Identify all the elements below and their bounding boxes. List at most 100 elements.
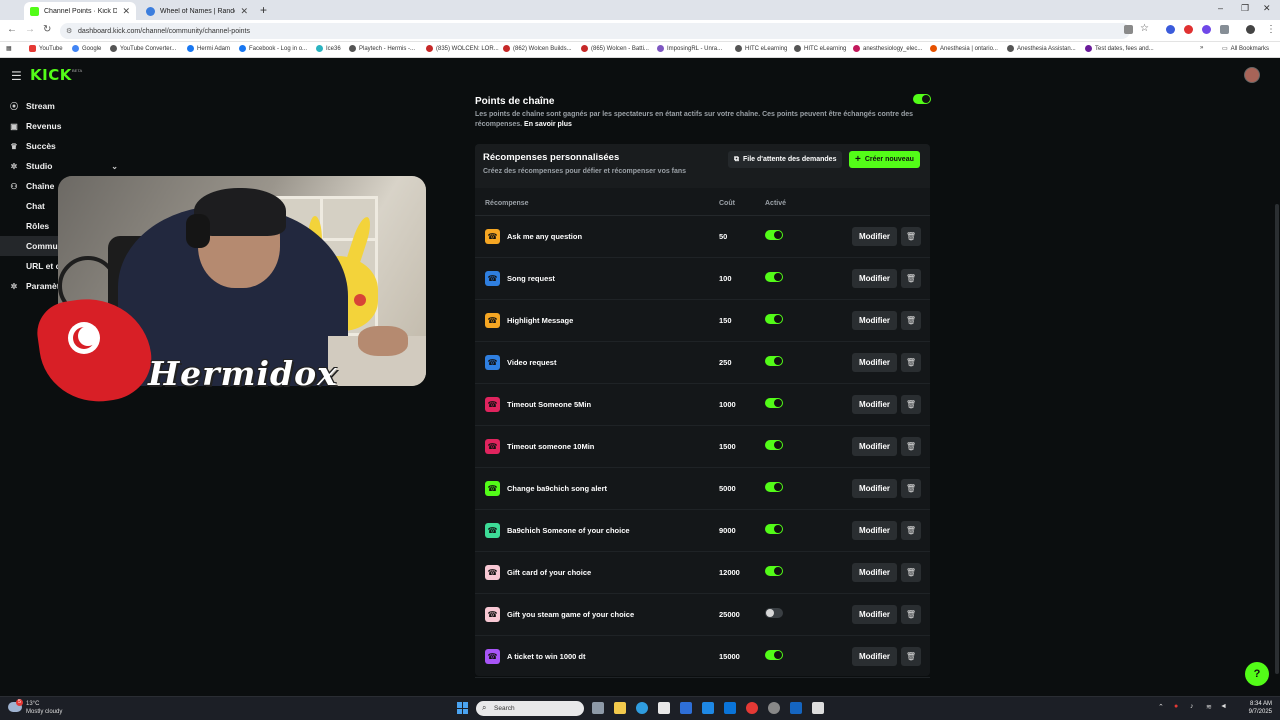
bookmark-item[interactable]: Anesthesia | ontario... xyxy=(930,45,998,52)
tray-chevron-icon[interactable]: ⌃ xyxy=(1158,703,1164,711)
more-bookmarks-icon[interactable]: » xyxy=(1200,45,1203,51)
edit-reward-button[interactable]: Modifier xyxy=(852,227,897,246)
bookmark-star-icon[interactable]: ☆ xyxy=(1140,23,1149,34)
page-scrollbar[interactable] xyxy=(1274,94,1280,694)
chrome-icon[interactable] xyxy=(746,702,758,714)
learn-more-link[interactable]: En savoir plus xyxy=(524,121,572,128)
toggle-switch[interactable] xyxy=(913,94,931,104)
reward-active-toggle[interactable] xyxy=(765,608,783,618)
reward-active-toggle[interactable] xyxy=(765,230,783,240)
windows-start-icon[interactable] xyxy=(457,702,469,714)
app-icon[interactable] xyxy=(702,702,714,714)
task-view-icon[interactable] xyxy=(592,702,604,714)
site-info-icon[interactable]: ⚙ xyxy=(66,27,72,35)
toggle-switch[interactable] xyxy=(765,608,783,618)
translate-icon[interactable] xyxy=(1124,25,1133,34)
toggle-switch[interactable] xyxy=(765,566,783,576)
edit-reward-button[interactable]: Modifier xyxy=(852,479,897,498)
toggle-switch[interactable] xyxy=(765,314,783,324)
edit-reward-button[interactable]: Modifier xyxy=(852,353,897,372)
toggle-switch[interactable] xyxy=(765,356,783,366)
delete-reward-button[interactable]: 🗑 xyxy=(901,395,921,414)
user-avatar[interactable] xyxy=(1244,67,1260,83)
extension-icon[interactable] xyxy=(1202,25,1211,34)
app-icon[interactable] xyxy=(680,702,692,714)
delete-reward-button[interactable]: 🗑 xyxy=(901,269,921,288)
reward-active-toggle[interactable] xyxy=(765,272,783,282)
close-window-icon[interactable]: ✕ xyxy=(1263,3,1271,14)
bookmark-item[interactable]: (862) Wolcen Builds... xyxy=(503,45,572,52)
edge-icon[interactable] xyxy=(636,702,648,714)
toggle-switch[interactable] xyxy=(765,272,783,282)
edit-reward-button[interactable]: Modifier xyxy=(852,395,897,414)
taskbar-search-input[interactable]: ⌕ Search xyxy=(476,701,584,716)
sidebar-item-revenus[interactable]: ▣ Revenus xyxy=(0,116,128,136)
edit-reward-button[interactable]: Modifier xyxy=(852,311,897,330)
sidebar-item-stream[interactable]: ⦿ Stream xyxy=(0,96,128,116)
delete-reward-button[interactable]: 🗑 xyxy=(901,563,921,582)
delete-reward-button[interactable]: 🗑 xyxy=(901,647,921,666)
bookmark-item[interactable]: Ice36 xyxy=(316,45,341,52)
edit-reward-button[interactable]: Modifier xyxy=(852,269,897,288)
bookmark-item[interactable]: Playtech - Hermis -... xyxy=(349,45,415,52)
edit-reward-button[interactable]: Modifier xyxy=(852,437,897,456)
microphone-icon[interactable]: ♪ xyxy=(1190,703,1194,710)
reward-active-toggle[interactable] xyxy=(765,314,783,324)
bookmark-item[interactable]: HITC eLearning xyxy=(735,45,787,52)
url-input[interactable]: ⚙ dashboard.kick.com/channel/community/c… xyxy=(60,23,1130,39)
tab-channel-points[interactable]: Channel Points · Kick Dashboa ✕ xyxy=(24,2,136,20)
tab-wheel-of-names[interactable]: Wheel of Names | Random nam ✕ xyxy=(140,2,254,20)
wifi-icon[interactable]: ≋ xyxy=(1206,703,1212,711)
bookmark-item[interactable]: HITC eLearning xyxy=(794,45,846,52)
bookmark-item[interactable]: (835) WOLCEN: LOR... xyxy=(426,45,499,52)
edit-reward-button[interactable]: Modifier xyxy=(852,605,897,624)
reward-active-toggle[interactable] xyxy=(765,566,783,576)
minimize-icon[interactable]: – xyxy=(1218,3,1223,13)
store-icon[interactable] xyxy=(658,702,670,714)
reward-active-toggle[interactable] xyxy=(765,524,783,534)
delete-reward-button[interactable]: 🗑 xyxy=(901,437,921,456)
bookmark-item[interactable]: Anesthesia Assistan... xyxy=(1007,45,1076,52)
edit-reward-button[interactable]: Modifier xyxy=(852,521,897,540)
request-queue-button[interactable]: ⧉ File d'attente des demandes xyxy=(728,151,843,168)
bookmark-item[interactable]: Test dates, fees and... xyxy=(1085,45,1154,52)
close-tab-icon[interactable]: ✕ xyxy=(240,6,248,17)
delete-reward-button[interactable]: 🗑 xyxy=(901,479,921,498)
toggle-switch[interactable] xyxy=(765,524,783,534)
tray-app-icon[interactable]: ● xyxy=(1174,703,1178,710)
toggle-switch[interactable] xyxy=(765,650,783,660)
menu-dots-icon[interactable]: ⋮ xyxy=(1266,24,1276,35)
bookmark-item[interactable]: ImposingRL - Unra... xyxy=(657,45,722,52)
bookmark-item[interactable]: anesthesiology_elec... xyxy=(853,45,922,52)
hamburger-menu-icon[interactable]: ☰ xyxy=(11,69,22,83)
toggle-switch[interactable] xyxy=(765,230,783,240)
sidebar-item-succes[interactable]: ♛ Succès xyxy=(0,136,128,156)
reward-active-toggle[interactable] xyxy=(765,650,783,660)
app-icon[interactable] xyxy=(812,702,824,714)
chevron-down-icon[interactable]: ⌄ xyxy=(111,162,118,171)
app-icon[interactable] xyxy=(768,702,780,714)
new-tab-icon[interactable]: + xyxy=(260,3,267,17)
edit-reward-button[interactable]: Modifier xyxy=(852,563,897,582)
extension-icon[interactable] xyxy=(1166,25,1175,34)
delete-reward-button[interactable]: 🗑 xyxy=(901,521,921,540)
reward-active-toggle[interactable] xyxy=(765,440,783,450)
bookmark-item[interactable]: (865) Wolcen - Batti... xyxy=(581,45,649,52)
profile-icon[interactable] xyxy=(1246,25,1255,34)
bookmark-item[interactable]: YouTube xyxy=(29,45,63,52)
close-tab-icon[interactable]: ✕ xyxy=(122,6,130,17)
create-reward-button[interactable]: + Créer nouveau xyxy=(849,151,920,168)
bookmark-item[interactable]: Google xyxy=(72,45,101,52)
apps-grid-icon[interactable]: ▦ xyxy=(6,45,12,52)
toggle-switch[interactable] xyxy=(765,440,783,450)
file-explorer-icon[interactable] xyxy=(614,702,626,714)
kick-logo[interactable]: KICK xyxy=(30,66,72,84)
back-icon[interactable]: ← xyxy=(7,24,17,35)
channel-points-toggle[interactable] xyxy=(913,94,931,104)
maximize-icon[interactable]: ❐ xyxy=(1241,3,1249,14)
toggle-switch[interactable] xyxy=(765,398,783,408)
bookmark-item[interactable]: YouTube Converter... xyxy=(110,45,176,52)
toggle-switch[interactable] xyxy=(765,482,783,492)
extensions-puzzle-icon[interactable] xyxy=(1220,25,1229,34)
volume-icon[interactable]: ◄ xyxy=(1220,703,1227,710)
